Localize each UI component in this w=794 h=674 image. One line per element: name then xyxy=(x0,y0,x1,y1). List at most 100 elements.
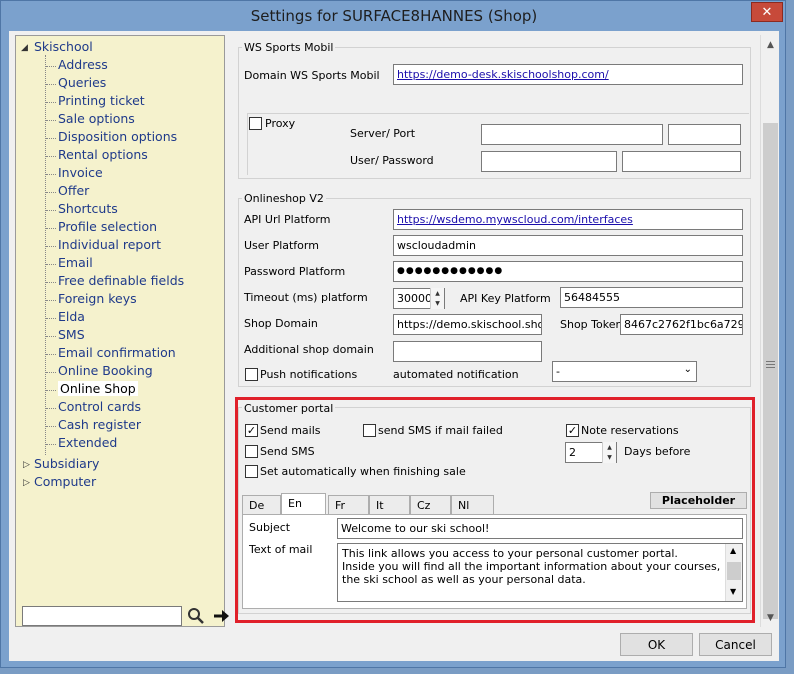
cancel-button[interactable]: Cancel xyxy=(699,633,772,656)
textarea-scrollbar[interactable]: ▲ ▼ xyxy=(725,544,742,601)
api-key-field[interactable]: 56484555 xyxy=(560,287,743,308)
tree-item-individual-report[interactable]: Individual report xyxy=(58,237,161,252)
language-tabs: De En Fr It Cz Nl Placeholder Subject We… xyxy=(242,492,747,609)
tree-item-shortcuts[interactable]: Shortcuts xyxy=(58,201,118,216)
proxy-checkbox[interactable] xyxy=(249,117,262,130)
title-bar: Settings for SURFACE8HANNES (Shop) ✕ xyxy=(1,1,787,31)
tab-en[interactable]: En xyxy=(281,493,326,515)
arrow-right-icon[interactable] xyxy=(212,607,230,625)
ws-sports-title: WS Sports Mobil xyxy=(242,41,336,54)
tab-nl[interactable]: Nl xyxy=(451,495,494,514)
scroll-thumb[interactable] xyxy=(763,123,778,619)
scroll-up-icon[interactable]: ▲ xyxy=(763,37,778,52)
user-password-label: User/ Password xyxy=(350,154,434,167)
content-scrollbar[interactable]: ▲ ▼ xyxy=(760,35,779,627)
tab-it[interactable]: It xyxy=(369,495,410,514)
server-field[interactable] xyxy=(481,124,663,145)
onlineshop-title: Onlineshop V2 xyxy=(242,192,326,205)
tree-item-elda[interactable]: Elda xyxy=(58,309,85,324)
tree-item-offer[interactable]: Offer xyxy=(58,183,89,198)
tree-item-email[interactable]: Email xyxy=(58,255,93,270)
tab-page-en: Subject Welcome to our ski school! Text … xyxy=(242,514,747,609)
set-automatically-label: Set automatically when finishing sale xyxy=(260,465,466,478)
timeout-label: Timeout (ms) platform xyxy=(244,291,368,304)
tree-item-subsidiary[interactable]: Subsidiary xyxy=(34,456,99,471)
tab-fr[interactable]: Fr xyxy=(328,495,369,514)
user-platform-field[interactable]: wscloudadmin xyxy=(393,235,743,256)
scroll-down-icon[interactable]: ▼ xyxy=(763,610,778,625)
password-platform-label: Password Platform xyxy=(244,265,346,278)
expand-icon[interactable]: ▷ xyxy=(23,478,30,488)
tree-item-email-confirmation[interactable]: Email confirmation xyxy=(58,345,176,360)
proxy-password-field[interactable] xyxy=(622,151,741,172)
placeholder-button[interactable]: Placeholder xyxy=(650,492,747,509)
api-url-field[interactable]: https://wsdemo.mywscloud.com/interfaces xyxy=(393,209,743,230)
tree-item-sale-options[interactable]: Sale options xyxy=(58,111,135,126)
subject-field[interactable]: Welcome to our ski school! xyxy=(337,518,743,539)
tree-root-skischool[interactable]: Skischool xyxy=(34,39,93,54)
tree-item-profile-selection[interactable]: Profile selection xyxy=(58,219,157,234)
proxy-label: Proxy xyxy=(265,117,296,130)
tab-cz[interactable]: Cz xyxy=(410,495,451,514)
tree-item-computer[interactable]: Computer xyxy=(34,474,96,489)
window-title: Settings for SURFACE8HANNES (Shop) xyxy=(250,7,538,25)
additional-domain-field[interactable] xyxy=(393,341,542,362)
send-mails-checkbox[interactable]: ✓ xyxy=(245,424,258,437)
text-of-mail-label: Text of mail xyxy=(249,543,313,556)
api-url-label: API Url Platform xyxy=(244,213,331,226)
user-platform-label: User Platform xyxy=(244,239,319,252)
tree-item-control-cards[interactable]: Control cards xyxy=(58,399,141,414)
tree-item-sms[interactable]: SMS xyxy=(58,327,85,342)
close-icon: ✕ xyxy=(761,4,773,20)
tree-search-input[interactable] xyxy=(22,606,182,626)
additional-domain-label: Additional shop domain xyxy=(244,343,374,356)
close-button[interactable]: ✕ xyxy=(751,2,783,22)
tree-item-online-booking[interactable]: Online Booking xyxy=(58,363,153,378)
domain-field[interactable]: https://demo-desk.skischoolshop.com/ xyxy=(393,64,743,85)
settings-tree[interactable]: ◢ Skischool Address Queries Printing ticke… xyxy=(15,35,229,627)
shop-domain-field[interactable]: https://demo.skischool.shop/ir xyxy=(393,314,542,335)
tree-item-rental-options[interactable]: Rental options xyxy=(58,147,148,162)
note-reservations-checkbox[interactable]: ✓ xyxy=(566,424,579,437)
tree-item-disposition-options[interactable]: Disposition options xyxy=(58,129,177,144)
automated-notification-select[interactable]: - ⌄ xyxy=(552,361,697,382)
tree-item-address[interactable]: Address xyxy=(58,57,108,72)
port-field[interactable] xyxy=(668,124,741,145)
set-automatically-checkbox[interactable] xyxy=(245,465,258,478)
tree-item-online-shop[interactable]: Online Shop xyxy=(58,381,138,396)
shop-domain-label: Shop Domain xyxy=(244,317,318,330)
shop-token-label: Shop Token xyxy=(560,318,623,331)
server-port-label: Server/ Port xyxy=(350,127,416,140)
search-icon[interactable] xyxy=(187,607,205,625)
timeout-spin-buttons[interactable]: ▲ ▼ xyxy=(430,288,444,309)
settings-content: WS Sports Mobil Domain WS Sports Mobil h… xyxy=(234,35,779,627)
days-spin-buttons[interactable]: ▲ ▼ xyxy=(602,442,616,463)
proxy-user-field[interactable] xyxy=(481,151,617,172)
collapse-icon[interactable]: ◢ xyxy=(21,43,28,53)
send-sms-failed-checkbox[interactable] xyxy=(363,424,376,437)
ok-button[interactable]: OK xyxy=(620,633,693,656)
tab-de[interactable]: De xyxy=(242,495,281,514)
send-sms-checkbox[interactable] xyxy=(245,445,258,458)
note-reservations-label: Note reservations xyxy=(581,424,679,437)
password-platform-field[interactable]: ●●●●●●●●●●●● xyxy=(393,261,743,282)
shop-token-field[interactable]: 8467c2762f1bc6a7290b xyxy=(620,314,743,335)
push-notifications-checkbox[interactable] xyxy=(245,368,258,381)
tree-item-printing-ticket[interactable]: Printing ticket xyxy=(58,93,145,108)
tree-item-invoice[interactable]: Invoice xyxy=(58,165,103,180)
send-sms-failed-label: send SMS if mail failed xyxy=(378,424,503,437)
dialog-client: ◢ Skischool Address Queries Printing ticke… xyxy=(9,31,779,661)
tree-item-foreign-keys[interactable]: Foreign keys xyxy=(58,291,137,306)
text-of-mail-content: This link allows you access to your pers… xyxy=(342,547,721,586)
customer-portal-title: Customer portal xyxy=(242,402,336,415)
tree-item-cash-register[interactable]: Cash register xyxy=(58,417,141,432)
expand-icon[interactable]: ▷ xyxy=(23,460,30,470)
tree-item-free-definable-fields[interactable]: Free definable fields xyxy=(58,273,184,288)
tree-item-queries[interactable]: Queries xyxy=(58,75,106,90)
text-of-mail-textarea[interactable]: This link allows you access to your pers… xyxy=(337,543,743,602)
tree-item-extended[interactable]: Extended xyxy=(58,435,117,450)
subject-label: Subject xyxy=(249,521,291,534)
automated-notification-label: automated notification xyxy=(393,368,519,381)
settings-window: Settings for SURFACE8HANNES (Shop) ✕ ◢ S… xyxy=(0,0,786,668)
send-sms-label: Send SMS xyxy=(260,445,315,458)
